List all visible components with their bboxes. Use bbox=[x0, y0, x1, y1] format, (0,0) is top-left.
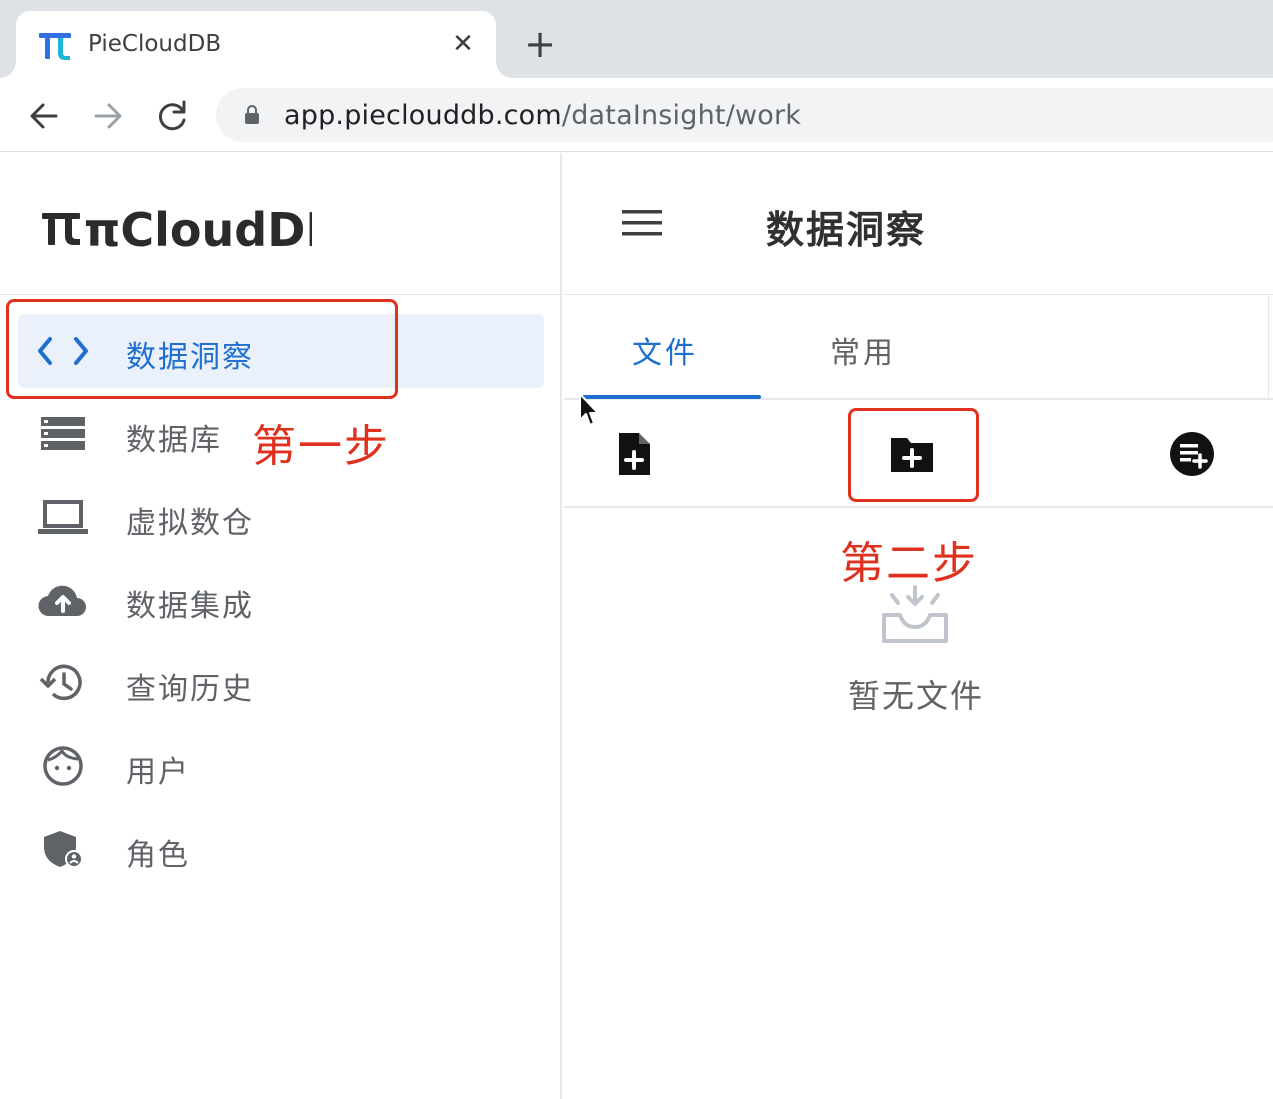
history-icon bbox=[39, 664, 82, 701]
new-tab-icon[interactable]: + bbox=[522, 25, 558, 63]
reload-icon[interactable] bbox=[152, 96, 192, 136]
browser-tabstrip: PieCloudDB ✕ + bbox=[0, 0, 1273, 78]
new-query-icon[interactable] bbox=[1168, 430, 1216, 478]
database-icon bbox=[41, 417, 85, 450]
tab-common[interactable]: 常用 bbox=[830, 328, 896, 372]
sidebar-item-label: 虚拟数仓 bbox=[126, 506, 254, 541]
logo-text: πCloudDB bbox=[84, 203, 312, 251]
sidebar-item-roles[interactable]: 角色 bbox=[18, 812, 544, 886]
sidebar-item-data-integration[interactable]: 数据集成 bbox=[18, 563, 544, 637]
main-panel: 数据洞察 文件 常用 暂无文件 bbox=[564, 153, 1273, 1099]
address-bar[interactable]: app.pieclouddb.com/dataInsight/work bbox=[216, 88, 1273, 142]
sidebar-item-label: 数据库 bbox=[126, 423, 222, 458]
sidebar-item-virtual-warehouse[interactable]: 虚拟数仓 bbox=[18, 480, 544, 554]
url-text: app.pieclouddb.com/dataInsight/work bbox=[284, 100, 801, 131]
cloud-upload-icon bbox=[38, 585, 86, 617]
annotation-step1-label: 第一步 bbox=[252, 421, 390, 472]
empty-inbox-icon bbox=[882, 585, 948, 643]
sidebar-item-query-history[interactable]: 查询历史 bbox=[18, 646, 544, 720]
lock-icon bbox=[245, 105, 259, 124]
annotation-step2-label: 第二步 bbox=[840, 538, 978, 589]
back-arrow-icon[interactable] bbox=[24, 96, 64, 136]
sidebar-item-label: 数据集成 bbox=[126, 589, 254, 624]
tab-title: PieCloudDB bbox=[88, 31, 222, 57]
file-tabs: 文件 常用 bbox=[564, 296, 1273, 400]
pie-logo-icon bbox=[39, 33, 71, 60]
sidebar-item-label: 用户 bbox=[126, 755, 190, 790]
main-header: 数据洞察 bbox=[564, 153, 1273, 295]
url-host: app.pieclouddb.com bbox=[284, 100, 562, 131]
page-title: 数据洞察 bbox=[766, 208, 927, 252]
tab-files[interactable]: 文件 bbox=[632, 328, 698, 372]
hamburger-menu-icon[interactable] bbox=[620, 206, 664, 240]
sidebar: πCloudDB 数据洞察 数据库 虚拟数仓 数据集成 bbox=[0, 153, 562, 1099]
brand-header: πCloudDB bbox=[0, 153, 560, 295]
pieclouddb-logo[interactable]: πCloudDB bbox=[40, 203, 312, 251]
laptop-icon bbox=[38, 500, 88, 534]
empty-state-text: 暂无文件 bbox=[848, 677, 985, 715]
sidebar-item-users[interactable]: 用户 bbox=[18, 729, 544, 803]
annotation-box-step2 bbox=[848, 408, 979, 502]
forward-arrow-icon[interactable] bbox=[88, 96, 128, 136]
sidebar-item-label: 查询历史 bbox=[126, 672, 254, 707]
annotation-box-step1 bbox=[6, 299, 398, 399]
user-face-icon bbox=[43, 746, 83, 786]
url-path: /dataInsight/work bbox=[561, 100, 802, 131]
mouse-cursor-icon bbox=[579, 393, 599, 426]
tab-close-icon[interactable]: ✕ bbox=[448, 29, 478, 59]
browser-tab[interactable]: PieCloudDB ✕ bbox=[0, 11, 512, 78]
sidebar-item-label: 角色 bbox=[126, 838, 190, 873]
active-tab-indicator bbox=[580, 395, 761, 399]
browser-toolbar: app.pieclouddb.com/dataInsight/work bbox=[0, 78, 1273, 152]
new-file-icon[interactable] bbox=[610, 430, 658, 478]
shield-user-icon bbox=[44, 831, 83, 868]
